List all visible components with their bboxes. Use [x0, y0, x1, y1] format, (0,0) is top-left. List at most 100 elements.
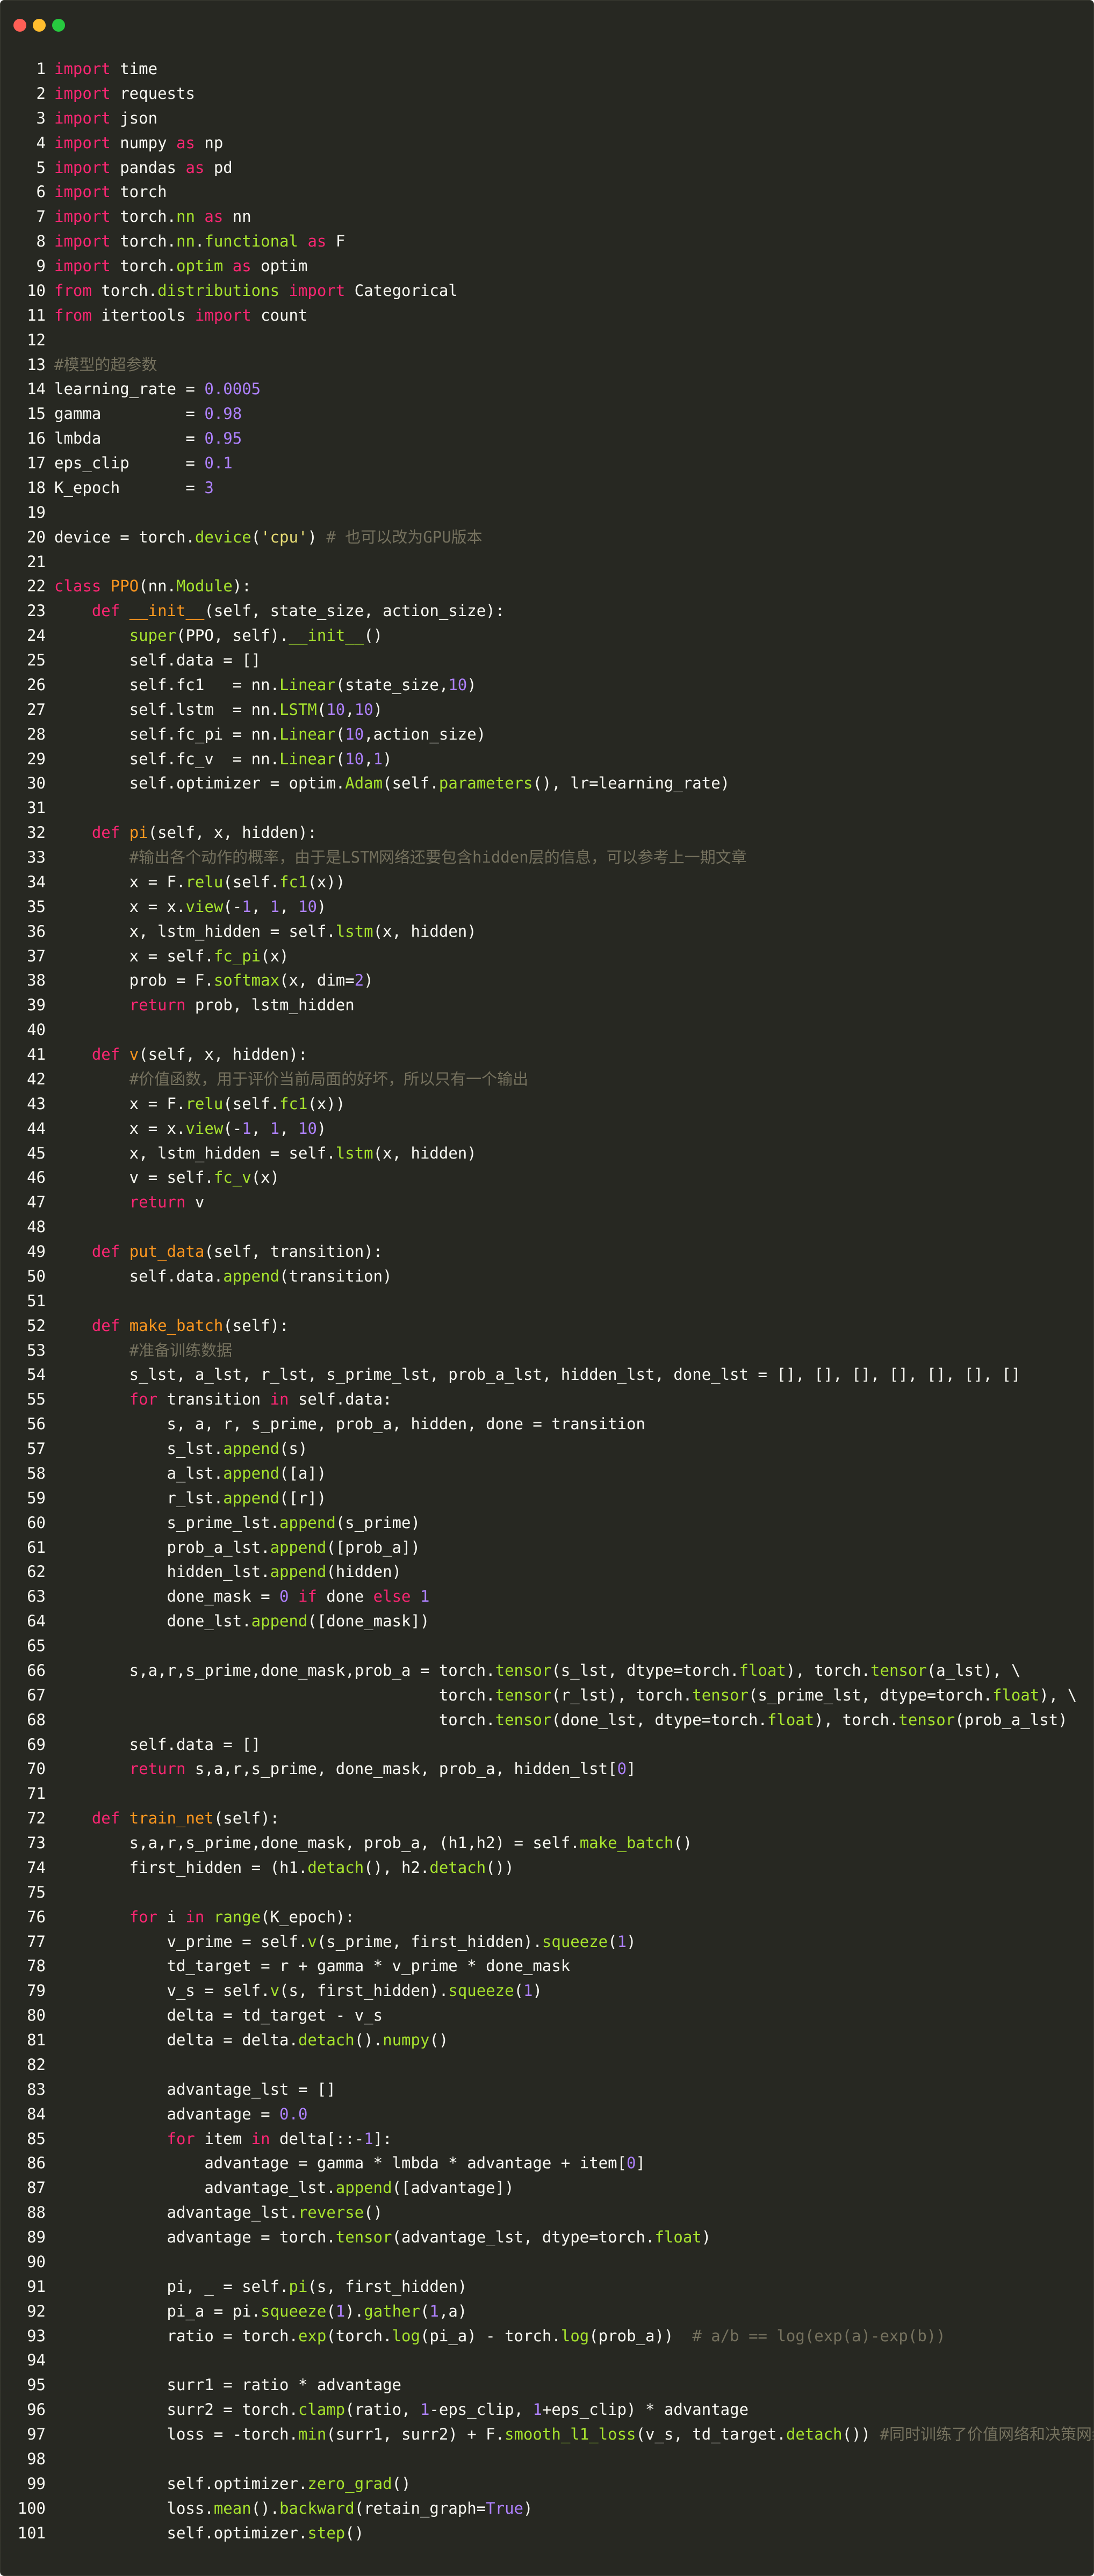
close-window-button[interactable] [13, 19, 26, 32]
line-number: 76 [27, 1907, 46, 1926]
code-token: def [91, 602, 120, 620]
code-token: range [213, 1907, 261, 1926]
code-token: tensor [495, 1710, 552, 1729]
line-number: 60 [27, 1513, 46, 1532]
code-token: ( [251, 527, 261, 546]
code-token: ( [420, 2302, 430, 2320]
line-number: 68 [27, 1710, 46, 1729]
code-token: 'cpu' [261, 527, 308, 546]
code-token: clamp [298, 2400, 346, 2419]
code-token: (x)) [307, 1094, 346, 1113]
code-token: prob, lstm_hidden [185, 996, 355, 1015]
line-number: 33 [27, 848, 46, 866]
code-token: 1 [364, 2129, 373, 2148]
code-token: ([advantage]) [392, 2179, 514, 2197]
code-line: 67 torch.tensor(r_lst), torch.tensor(s_p… [1, 1683, 1093, 1708]
code-token: #模型的超参数 [54, 355, 157, 374]
code-token: advantage_lst. [54, 2203, 298, 2222]
code-token: for [129, 1390, 158, 1409]
code-token: fc1 [279, 872, 308, 891]
code-token: gamma = [54, 404, 205, 423]
code-text: self.optimizer.step() [46, 2521, 364, 2546]
code-editor[interactable]: 1 import time 2 import requests 3 import json… [1, 57, 1093, 2545]
line-number: 52 [27, 1316, 46, 1335]
code-token: import [54, 207, 111, 226]
code-token: td_target = r + gamma * v_prime * done_m… [54, 1957, 571, 1976]
code-token: , [279, 897, 298, 916]
code-token: import [54, 133, 111, 152]
code-line: 9 import torch.optim as optim [1, 254, 1093, 279]
code-token: ]: [373, 2129, 392, 2148]
line-number: 18 [27, 478, 46, 497]
line-number: 25 [27, 651, 46, 669]
code-token: # a/b == log(exp(a)-exp(b)) [692, 2326, 946, 2345]
code-text: done_mask = 0 if done else 1 [46, 1584, 430, 1609]
code-token: def [91, 1809, 120, 1828]
line-number: 26 [27, 675, 46, 694]
code-text: gamma = 0.98 [46, 402, 242, 426]
maximize-window-button[interactable] [52, 19, 65, 32]
code-token: self.data = [] [54, 1735, 261, 1754]
code-token: exp [298, 2326, 327, 2345]
line-number: 65 [27, 1637, 46, 1655]
code-token: () [345, 2523, 364, 2542]
line-number: 92 [27, 2302, 46, 2320]
line-number: 82 [27, 2055, 46, 2074]
code-line: 50 self.data.append(transition) [1, 1264, 1093, 1289]
code-token: , [279, 1119, 298, 1138]
line-number: 91 [27, 2277, 46, 2296]
code-text: x = self.fc_pi(x) [46, 944, 289, 969]
code-text: s,a,r,s_prime,done_mask, prob_a, (h1,h2)… [46, 1831, 693, 1856]
line-number: 77 [27, 1932, 46, 1951]
code-token: ( [514, 1981, 524, 2000]
code-line: 95 surr1 = ratio * advantage [1, 2373, 1093, 2398]
code-token: 10 [354, 700, 373, 719]
code-text: advantage_lst.append([advantage]) [46, 2176, 514, 2201]
code-token: in [185, 1907, 205, 1926]
code-text: import torch.optim as optim [46, 254, 307, 279]
code-token: ,action_size) [364, 725, 486, 743]
code-token: ) [627, 1932, 636, 1951]
code-token: ( [608, 1932, 617, 1951]
code-text: return v [46, 1190, 205, 1215]
code-token: ): [232, 577, 251, 596]
code-line: 37 x = self.fc_pi(x) [1, 944, 1093, 969]
code-text: s_lst.append(s) [46, 1437, 308, 1461]
code-text: #准备训练数据 [46, 1338, 232, 1363]
code-line: 32 def pi(self, x, hidden): [1, 821, 1093, 845]
line-number: 15 [27, 404, 46, 423]
code-token: # 也可以改为GPU版本 [326, 527, 483, 546]
code-text: ratio = torch.exp(torch.log(pi_a) - torc… [46, 2324, 946, 2349]
line-number: 44 [27, 1119, 46, 1138]
code-token: delta = delta. [54, 2031, 298, 2049]
code-token: append [223, 1267, 280, 1285]
code-text: for i in range(K_epoch): [46, 1905, 355, 1930]
code-token: item [195, 2129, 251, 2148]
line-number: 93 [27, 2326, 46, 2345]
code-token: as [204, 207, 224, 226]
code-text: self.data = [] [46, 648, 261, 673]
code-token: Linear [279, 725, 336, 743]
code-text: return s,a,r,s_prime, done_mask, prob_a,… [46, 1757, 636, 1782]
code-token: float [767, 1710, 815, 1729]
code-line: 94 [1, 2348, 1093, 2373]
code-token: detach [307, 1858, 364, 1877]
code-token: , [251, 897, 270, 916]
code-line: 57 s_lst.append(s) [1, 1437, 1093, 1461]
code-line: 26 self.fc1 = nn.Linear(state_size,10) [1, 673, 1093, 698]
code-token: squeeze [261, 2302, 327, 2320]
minimize-window-button[interactable] [33, 19, 46, 32]
code-token: F [326, 232, 346, 251]
code-token: ([done_mask]) [307, 1612, 430, 1631]
code-token: . [195, 232, 205, 251]
code-line: 33 #输出各个动作的概率，由于是LSTM网络还要包含hidden层的信息，可以… [1, 845, 1093, 870]
code-text: device = torch.device('cpu') # 也可以改为GPU版… [46, 525, 483, 550]
code-token: float [992, 1685, 1040, 1704]
code-token: make_batch [129, 1316, 224, 1335]
code-line: 34 x = F.relu(self.fc1(x)) [1, 870, 1093, 895]
code-text: x, lstm_hidden = self.lstm(x, hidden) [46, 920, 477, 944]
code-line: 66 s,a,r,s_prime,done_mask,prob_a = torc… [1, 1659, 1093, 1683]
